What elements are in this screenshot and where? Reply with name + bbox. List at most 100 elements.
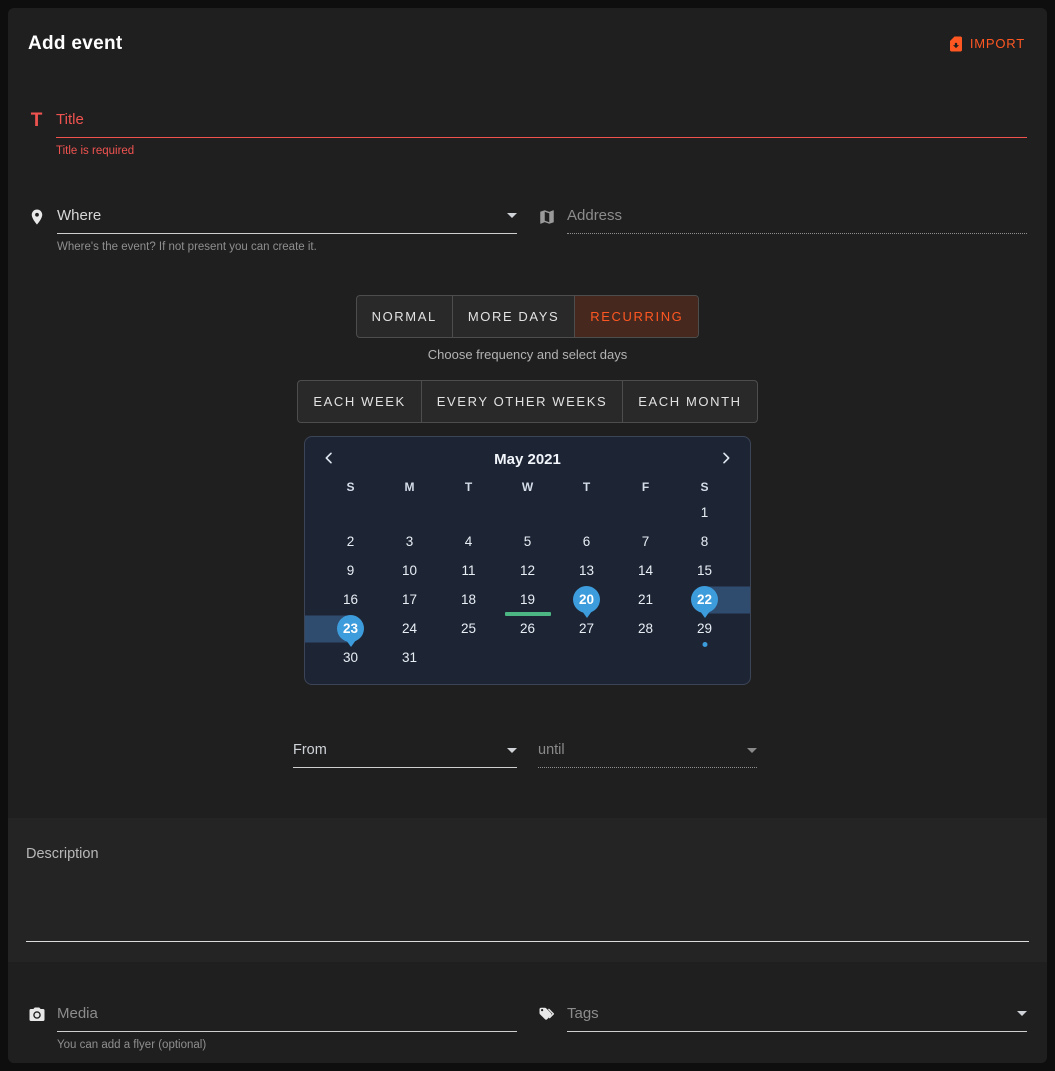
calendar-grid: 1234567891011121314151617181920212223242… — [305, 494, 750, 684]
calendar-day-12[interactable]: 12 — [498, 556, 557, 585]
calendar-month-label: May 2021 — [494, 451, 561, 468]
calendar-day-3[interactable]: 3 — [380, 527, 439, 556]
calendar-day-18[interactable]: 18 — [439, 585, 498, 614]
title-input[interactable]: Title — [56, 111, 1027, 138]
calendar-day-7[interactable]: 7 — [616, 527, 675, 556]
calendar-day-1[interactable]: 1 — [675, 498, 734, 527]
import-button[interactable]: IMPORT — [941, 28, 1031, 59]
from-field: From — [293, 742, 517, 768]
where-placeholder: Where — [57, 207, 101, 224]
description-field[interactable]: Description — [8, 818, 1047, 962]
calendar-day-empty — [321, 498, 380, 527]
media-field: Media You can add a flyer (optional) — [28, 1005, 517, 1051]
day-number: 2 — [337, 528, 364, 555]
tags-placeholder: Tags — [567, 1005, 599, 1022]
calendar-day-11[interactable]: 11 — [439, 556, 498, 585]
calendar-day-empty — [439, 643, 498, 672]
calendar-day-17[interactable]: 17 — [380, 585, 439, 614]
calendar-day-9[interactable]: 9 — [321, 556, 380, 585]
chevron-down-icon — [507, 748, 517, 753]
calendar-day-24[interactable]: 24 — [380, 614, 439, 643]
where-select[interactable]: Where — [57, 207, 517, 234]
calendar-day-14[interactable]: 14 — [616, 556, 675, 585]
calendar-dow-label: M — [380, 480, 439, 494]
calendar-day-29[interactable]: 29 — [675, 614, 734, 643]
calendar-day-2[interactable]: 2 — [321, 527, 380, 556]
until-label: until — [538, 742, 565, 758]
calendar-day-empty — [616, 498, 675, 527]
calendar-day-22[interactable]: 22 — [675, 585, 734, 614]
calendar-day-21[interactable]: 21 — [616, 585, 675, 614]
frequency-option-each-week[interactable]: EACH WEEK — [298, 381, 421, 422]
until-select[interactable]: until — [538, 742, 757, 768]
frequency-helper-text: Choose frequency and select days — [8, 347, 1047, 362]
calendar-day-empty — [380, 498, 439, 527]
calendar-week-row: 232425 26 27 2829 — [321, 614, 734, 643]
tab-normal[interactable]: NORMAL — [357, 296, 453, 337]
where-helper-text: Where's the event? If not present you ca… — [57, 241, 517, 253]
day-number: 26 — [514, 615, 541, 642]
title-field: T Title Title is required — [28, 111, 1027, 157]
calendar-day-5[interactable]: 5 — [498, 527, 557, 556]
add-event-dialog: Add event IMPORT T Title Title is requir… — [8, 8, 1047, 1063]
tags-field: Tags — [538, 1005, 1027, 1051]
chevron-right-icon — [718, 450, 734, 466]
chevron-down-icon — [747, 748, 757, 753]
chevron-down-icon — [507, 213, 517, 218]
day-number: 27 — [573, 615, 600, 642]
calendar-day-15[interactable]: 15 — [675, 556, 734, 585]
calendar-day-26[interactable]: 26 — [498, 614, 557, 643]
calendar-week-row: 161718 19 20 21 22 — [321, 585, 734, 614]
title-placeholder: Title — [56, 111, 84, 128]
from-select[interactable]: From — [293, 742, 517, 768]
calendar-day-empty — [439, 498, 498, 527]
day-number: 1 — [691, 499, 718, 526]
calendar-day-20[interactable]: 20 — [557, 585, 616, 614]
day-number: 8 — [691, 528, 718, 555]
day-number: 14 — [632, 557, 659, 584]
calendar-day-13[interactable]: 13 — [557, 556, 616, 585]
day-number: 31 — [396, 644, 423, 671]
frequency-option-each-month[interactable]: EACH MONTH — [623, 381, 756, 422]
calendar-day-empty — [498, 643, 557, 672]
until-field: until — [538, 742, 757, 768]
import-file-icon — [947, 35, 965, 53]
tab-recurring[interactable]: RECURRING — [575, 296, 698, 337]
tab-more-days[interactable]: MORE DAYS — [453, 296, 575, 337]
day-number: 6 — [573, 528, 600, 555]
calendar-day-4[interactable]: 4 — [439, 527, 498, 556]
calendar-day-16[interactable]: 16 — [321, 585, 380, 614]
calendar-day-19[interactable]: 19 — [498, 585, 557, 614]
media-input[interactable]: Media — [57, 1005, 517, 1032]
calendar-week-row: 1 — [321, 498, 734, 527]
calendar-header: May 2021 — [305, 437, 750, 473]
calendar-day-23[interactable]: 23 — [321, 614, 380, 643]
address-input[interactable]: Address — [567, 207, 1027, 234]
calendar-next-button[interactable] — [712, 446, 740, 473]
calendar-dow-label: T — [439, 480, 498, 494]
calendar-day-25[interactable]: 25 — [439, 614, 498, 643]
title-icon: T — [28, 111, 45, 157]
calendar-day-10[interactable]: 10 — [380, 556, 439, 585]
calendar-day-empty — [498, 498, 557, 527]
address-placeholder: Address — [567, 207, 622, 224]
calendar-day-28[interactable]: 28 — [616, 614, 675, 643]
import-button-label: IMPORT — [970, 36, 1025, 51]
description-underline — [26, 941, 1029, 942]
day-number: 3 — [396, 528, 423, 555]
frequency-option-every-other-weeks[interactable]: EVERY OTHER WEEKS — [422, 381, 623, 422]
chevron-left-icon — [321, 450, 337, 466]
calendar-day-6[interactable]: 6 — [557, 527, 616, 556]
calendar-day-27[interactable]: 27 — [557, 614, 616, 643]
location-pin-icon — [28, 208, 46, 226]
day-number: 19 — [514, 586, 541, 613]
calendar-day-8[interactable]: 8 — [675, 527, 734, 556]
calendar-day-30[interactable]: 30 — [321, 643, 380, 672]
calendar-prev-button[interactable] — [315, 446, 343, 473]
title-error-text: Title is required — [56, 145, 1027, 157]
frequency-options: EACH WEEKEVERY OTHER WEEKSEACH MONTH — [297, 380, 757, 423]
day-number: 21 — [632, 586, 659, 613]
tags-select[interactable]: Tags — [567, 1005, 1027, 1032]
calendar-day-empty — [557, 643, 616, 672]
calendar-day-31[interactable]: 31 — [380, 643, 439, 672]
